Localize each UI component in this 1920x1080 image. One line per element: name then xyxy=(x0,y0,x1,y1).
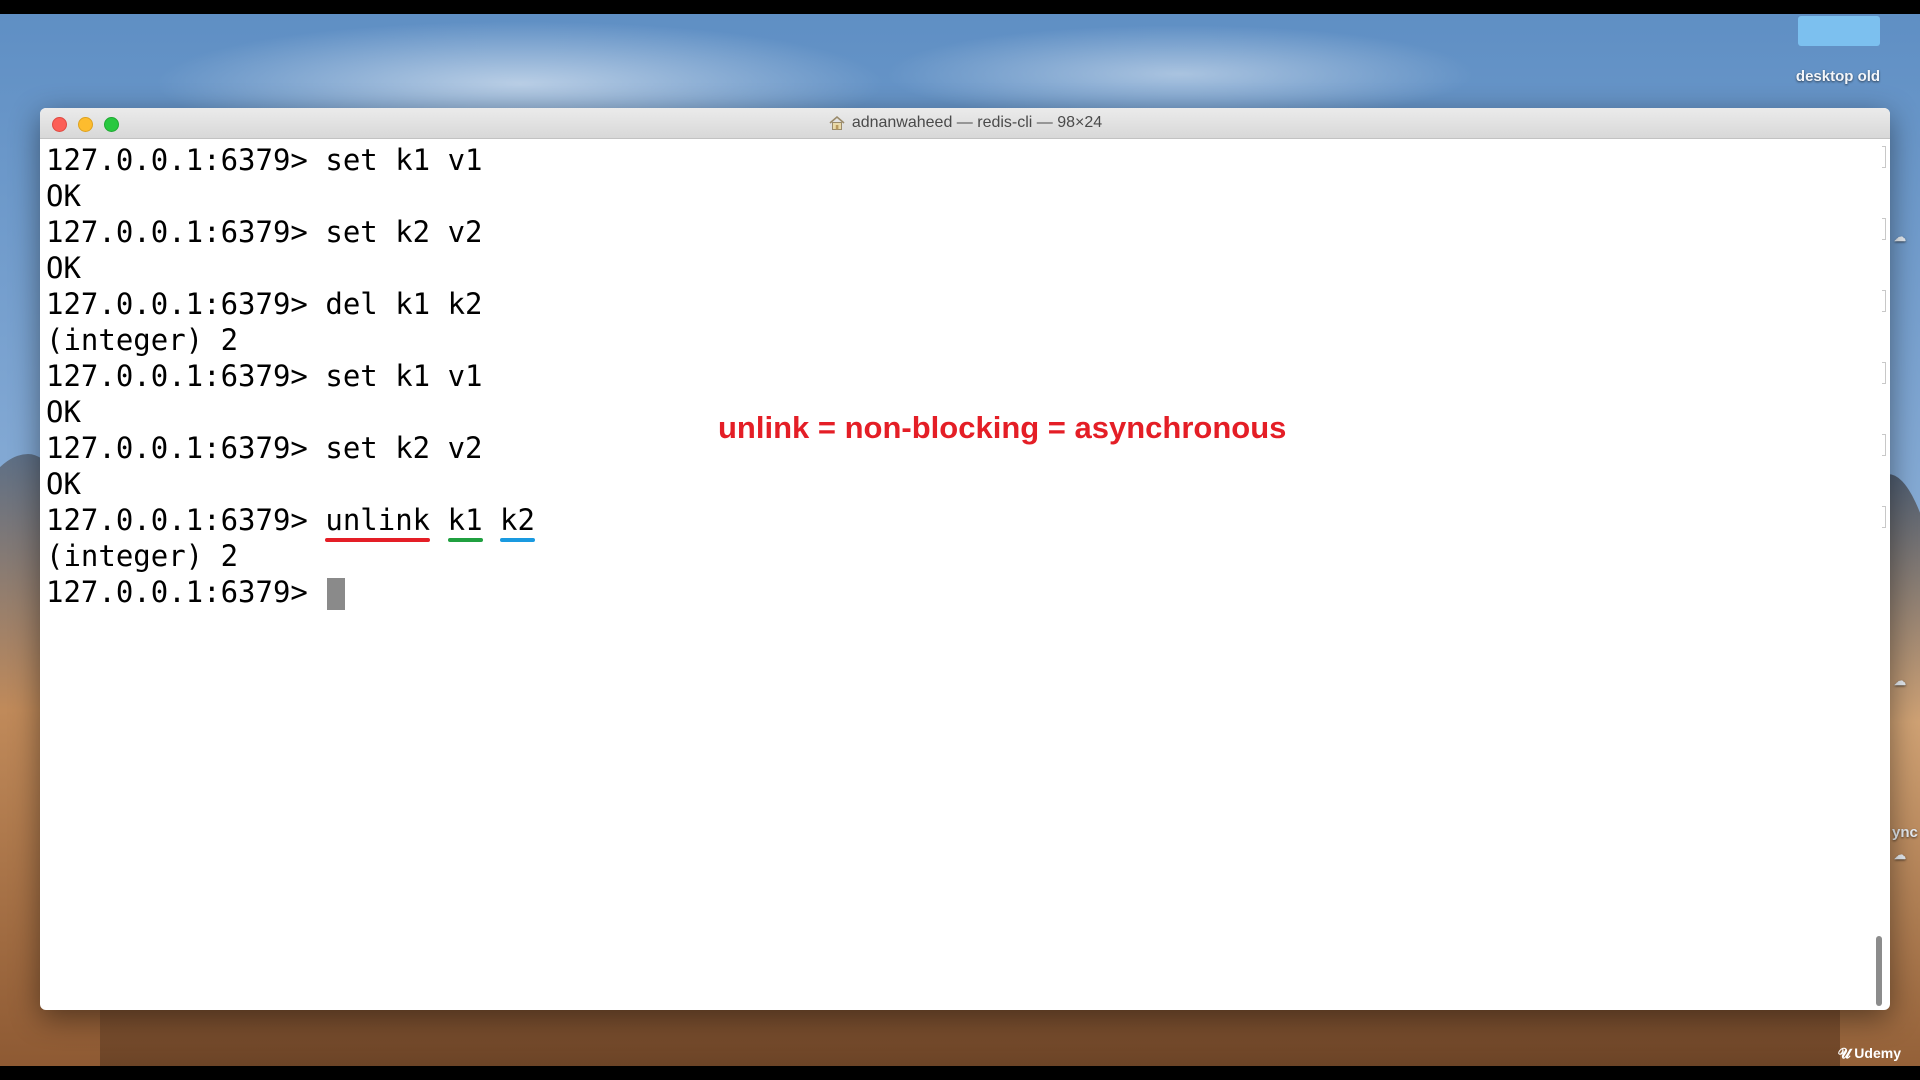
watermark-text: Udemy xyxy=(1854,1045,1901,1061)
udemy-logo: 𝓤 Udemy xyxy=(1838,1045,1901,1062)
desktop-side-text: ync xyxy=(1892,824,1918,841)
terminal-line: OK xyxy=(46,178,81,214)
prompt: 127.0.0.1:6379> xyxy=(46,431,308,465)
text-cursor[interactable] xyxy=(327,578,346,610)
output-text: OK xyxy=(46,179,81,213)
command-text: del k1 k2 xyxy=(325,287,483,321)
terminal-window: adnanwaheed — redis-cli — 98×24 127.0.0.… xyxy=(40,108,1890,1010)
line-marker xyxy=(1882,218,1886,240)
command-text: set k1 v1 xyxy=(325,359,483,393)
terminal-line-unlink: 127.0.0.1:6379> unlink k1 k2 xyxy=(46,502,535,542)
terminal-line: 127.0.0.1:6379> set k1 v1 xyxy=(46,142,483,178)
terminal-line: 127.0.0.1:6379> set k2 v2 xyxy=(46,214,483,250)
command-text: set k2 v2 xyxy=(325,431,483,465)
title-bar[interactable]: adnanwaheed — redis-cli — 98×24 xyxy=(40,108,1890,139)
prompt: 127.0.0.1:6379> xyxy=(46,359,308,393)
folder-icon[interactable] xyxy=(1798,16,1880,46)
cloud-icon: ☁ xyxy=(1894,674,1906,688)
terminal-line: OK xyxy=(46,466,81,502)
unlink-command: unlink xyxy=(325,503,431,542)
line-marker xyxy=(1882,434,1886,456)
prompt: 127.0.0.1:6379> xyxy=(46,143,308,177)
cloud-icon: ☁ xyxy=(1894,230,1906,244)
terminal-line: (integer) 2 xyxy=(46,322,238,358)
output-text: OK xyxy=(46,251,81,285)
output-text: OK xyxy=(46,467,81,501)
prompt: 127.0.0.1:6379> xyxy=(46,575,308,609)
prompt: 127.0.0.1:6379> xyxy=(46,287,308,321)
terminal-output[interactable]: 127.0.0.1:6379> set k1 v1 OK 127.0.0.1:6… xyxy=(46,142,1826,1002)
line-marker xyxy=(1882,146,1886,168)
terminal-line-current: 127.0.0.1:6379> xyxy=(46,574,346,610)
terminal-line: 127.0.0.1:6379> set k1 v1 xyxy=(46,358,483,394)
cloud-icon: ☁ xyxy=(1894,848,1906,862)
terminal-line: (integer) 2 xyxy=(46,538,238,574)
unlink-arg-k2: k2 xyxy=(500,503,535,542)
line-marker xyxy=(1882,362,1886,384)
command-text: set k2 v2 xyxy=(325,215,483,249)
terminal-line: OK xyxy=(46,394,81,430)
home-icon xyxy=(829,115,845,130)
prompt: 127.0.0.1:6379> xyxy=(46,503,308,537)
terminal-line: OK xyxy=(46,250,81,286)
annotation-text: unlink = non-blocking = asynchronous xyxy=(718,410,1287,445)
line-marker xyxy=(1882,290,1886,312)
window-title: adnanwaheed — redis-cli — 98×24 xyxy=(851,114,1103,131)
command-text: set k1 v1 xyxy=(325,143,483,177)
udemy-logo-icon: 𝓤 xyxy=(1838,1045,1855,1061)
output-text: OK xyxy=(46,395,81,429)
terminal-line: 127.0.0.1:6379> set k2 v2 xyxy=(46,430,483,466)
terminal-line: 127.0.0.1:6379> del k1 k2 xyxy=(46,286,483,322)
title-wrap: adnanwaheed — redis-cli — 98×24 xyxy=(40,108,1890,138)
scrollbar-thumb[interactable] xyxy=(1876,936,1882,1006)
desktop-folder-label[interactable]: desktop old xyxy=(1778,68,1898,85)
prompt: 127.0.0.1:6379> xyxy=(46,215,308,249)
output-text: (integer) 2 xyxy=(46,323,239,357)
output-text: (integer) 2 xyxy=(46,539,239,573)
line-marker xyxy=(1882,506,1886,528)
unlink-arg-k1: k1 xyxy=(447,503,483,542)
